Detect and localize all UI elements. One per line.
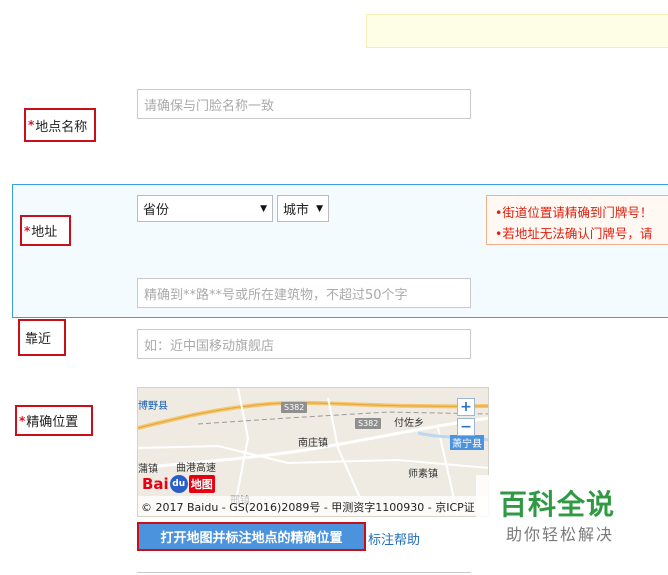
city-select-value: 城市 bbox=[283, 203, 310, 218]
road-tag: S382 bbox=[355, 418, 382, 429]
required-mark: * bbox=[24, 223, 31, 238]
map-place-label: 萧宁县 bbox=[450, 435, 484, 450]
watermark-title: 百科全说 bbox=[499, 488, 616, 521]
place-name-label-text: 地点名称 bbox=[35, 119, 88, 135]
nearby-label: 靠近 bbox=[18, 319, 66, 356]
address-detail-input[interactable]: 精确到**路**号或所在建筑物，不超过50个字 bbox=[137, 278, 471, 308]
province-select[interactable]: 省份 ▼ bbox=[137, 195, 273, 222]
required-mark: * bbox=[19, 413, 26, 428]
baidu-map-logo: Bai du 地图 bbox=[142, 471, 215, 497]
address-label-text: 地址 bbox=[31, 225, 58, 240]
address-detail-placeholder: 精确到**路**号或所在建筑物，不超过50个字 bbox=[144, 287, 408, 303]
rail-line bbox=[197, 411, 488, 425]
notice-bar bbox=[366, 14, 668, 48]
city-select[interactable]: 城市 ▼ bbox=[277, 195, 329, 222]
map-place-label: 师素镇 bbox=[408, 469, 438, 480]
nearby-placeholder: 如：近中国移动旗舰店 bbox=[144, 338, 275, 354]
map-place-label: 南庄镇 bbox=[298, 438, 328, 449]
highway-road-edge bbox=[138, 402, 488, 429]
nearby-input[interactable]: 如：近中国移动旗舰店 bbox=[137, 329, 471, 359]
marking-help-link[interactable]: 标注帮助 bbox=[368, 529, 420, 548]
open-map-button[interactable]: 打开地图并标注地点的精确位置 bbox=[137, 522, 366, 551]
map-preview[interactable]: 博野县 S382 S382 付佐乡 南庄镇 曲港高速 师素镇 蒲镇 萧宁县 邢镇… bbox=[137, 387, 489, 517]
road-tag: S382 bbox=[281, 402, 308, 413]
watermark: 百科全说 助你轻松解决 bbox=[476, 475, 641, 551]
watermark-subtitle: 助你轻松解决 bbox=[506, 525, 615, 544]
precise-location-label: * 精确位置 bbox=[15, 405, 93, 436]
zoom-in-button[interactable]: + bbox=[457, 398, 475, 416]
baidu-paw-icon: du bbox=[169, 475, 188, 493]
place-name-placeholder: 请确保与门脸名称一致 bbox=[144, 98, 275, 114]
divider bbox=[137, 572, 471, 573]
map-place-label: 付佐乡 bbox=[394, 418, 424, 429]
required-mark: * bbox=[28, 118, 35, 132]
address-tip-box: •街道位置请精确到门牌号！ •若地址无法确认门牌号，请 bbox=[486, 195, 668, 245]
zoom-out-button[interactable]: − bbox=[457, 418, 475, 436]
map-copyright: © 2017 Baidu - GS(2016)2089号 - 甲测资字11009… bbox=[138, 496, 488, 516]
precise-location-label-text: 精确位置 bbox=[26, 415, 79, 430]
baidu-logo-text: Bai bbox=[142, 475, 169, 493]
address-tip-line: •若地址无法确认门牌号，请 bbox=[495, 226, 653, 241]
address-tip-line: •街道位置请精确到门牌号！ bbox=[495, 205, 653, 220]
map-place-label: 博野县 bbox=[138, 401, 168, 412]
address-label: * 地址 bbox=[20, 215, 71, 246]
place-name-input[interactable]: 请确保与门脸名称一致 bbox=[137, 89, 471, 119]
province-select-value: 省份 bbox=[143, 203, 170, 218]
chevron-down-icon: ▼ bbox=[316, 203, 323, 214]
place-name-label: * 地点名称 bbox=[24, 108, 96, 142]
nearby-label-text: 靠近 bbox=[25, 332, 52, 347]
baidu-map-suffix: 地图 bbox=[188, 475, 215, 493]
chevron-down-icon: ▼ bbox=[260, 203, 267, 214]
